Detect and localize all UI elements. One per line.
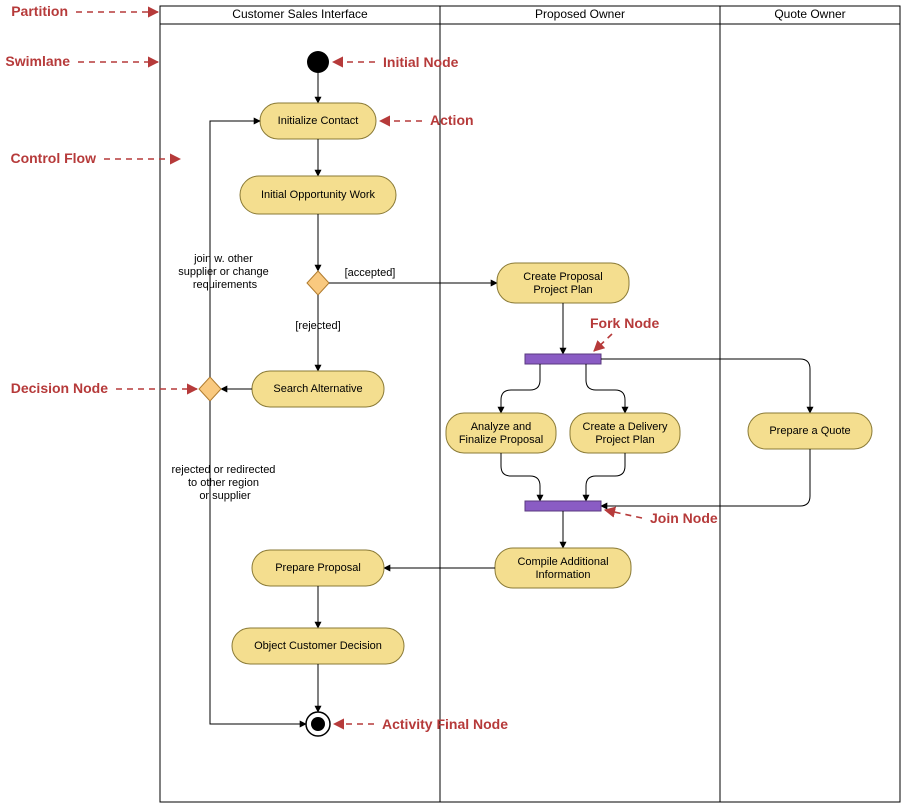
- label-rejected-redirect: rejected or redirected to other region o…: [171, 464, 278, 502]
- label-accepted: [accepted]: [345, 267, 396, 279]
- annotation-initial-node: Initial Node: [383, 54, 459, 70]
- action-create-delivery-project-plan: Create a Delivery Project Plan: [570, 413, 680, 453]
- label-join-other: join w. other supplier or change require…: [178, 253, 272, 291]
- action-analyze-finalize-proposal: Analyze and Finalize Proposal: [446, 413, 556, 453]
- svg-text:Information: Information: [535, 569, 590, 581]
- annotation-partition: Partition: [11, 3, 68, 19]
- label-rejected: [rejected]: [295, 320, 340, 332]
- lane3-header: Quote Owner: [774, 7, 845, 21]
- svg-text:Analyze and: Analyze and: [471, 421, 532, 433]
- activity-final-node: [306, 712, 330, 736]
- flow-fork-to-delivery: [586, 364, 625, 413]
- initial-node: [307, 51, 329, 73]
- action-prepare-proposal: Prepare Proposal: [252, 550, 384, 586]
- svg-text:Object Customer Decision: Object Customer Decision: [254, 640, 382, 652]
- action-create-proposal-project-plan: Create Proposal Project Plan: [497, 263, 629, 303]
- svg-text:Search Alternative: Search Alternative: [273, 383, 362, 395]
- annotation-swimlane: Swimlane: [5, 53, 70, 69]
- flow-loop-to-init-contact: [210, 121, 260, 377]
- flow-analyze-to-join: [501, 453, 540, 501]
- svg-text:Project Plan: Project Plan: [595, 434, 654, 446]
- svg-text:Finalize Proposal: Finalize Proposal: [459, 434, 543, 446]
- action-object-customer-decision: Object Customer Decision: [232, 628, 404, 664]
- svg-text:Project Plan: Project Plan: [533, 284, 592, 296]
- flow-fork-to-quote: [601, 359, 810, 413]
- action-initialize-contact: Initialize Contact: [260, 103, 376, 139]
- flow-delivery-to-join: [586, 453, 625, 501]
- svg-text:Create a Delivery: Create a Delivery: [583, 421, 668, 433]
- annotation-join-node: Join Node: [650, 510, 718, 526]
- svg-text:Prepare Proposal: Prepare Proposal: [275, 562, 361, 574]
- svg-text:Compile Additional: Compile Additional: [517, 556, 608, 568]
- svg-text:Prepare a Quote: Prepare a Quote: [769, 425, 850, 437]
- lane2-header: Proposed Owner: [535, 7, 625, 21]
- lane1-header: Customer Sales Interface: [232, 7, 368, 21]
- annotation-control-flow: Control Flow: [10, 150, 96, 166]
- action-search-alternative: Search Alternative: [252, 371, 384, 407]
- flow-quote-to-join: [601, 449, 810, 506]
- annotation-decision-node: Decision Node: [11, 380, 108, 396]
- annotation-fork-node: Fork Node: [590, 315, 659, 331]
- action-initial-opportunity-work: Initial Opportunity Work: [240, 176, 396, 214]
- fork-node: [525, 354, 601, 364]
- annotation-action: Action: [430, 112, 474, 128]
- flow-fork-to-analyze: [501, 364, 540, 413]
- annotation-join-node-arrow: [605, 510, 642, 518]
- action-prepare-quote: Prepare a Quote: [748, 413, 872, 449]
- annotation-activity-final-node: Activity Final Node: [382, 716, 508, 732]
- decision-node-2: [199, 377, 221, 401]
- join-node: [525, 501, 601, 511]
- annotation-fork-node-arrow: [594, 334, 612, 351]
- svg-text:Initial Opportunity Work: Initial Opportunity Work: [261, 189, 376, 201]
- action-compile-additional-information: Compile Additional Information: [495, 548, 631, 588]
- svg-text:Initialize Contact: Initialize Contact: [278, 115, 359, 127]
- svg-text:Create Proposal: Create Proposal: [523, 271, 603, 283]
- decision-node-1: [307, 271, 329, 295]
